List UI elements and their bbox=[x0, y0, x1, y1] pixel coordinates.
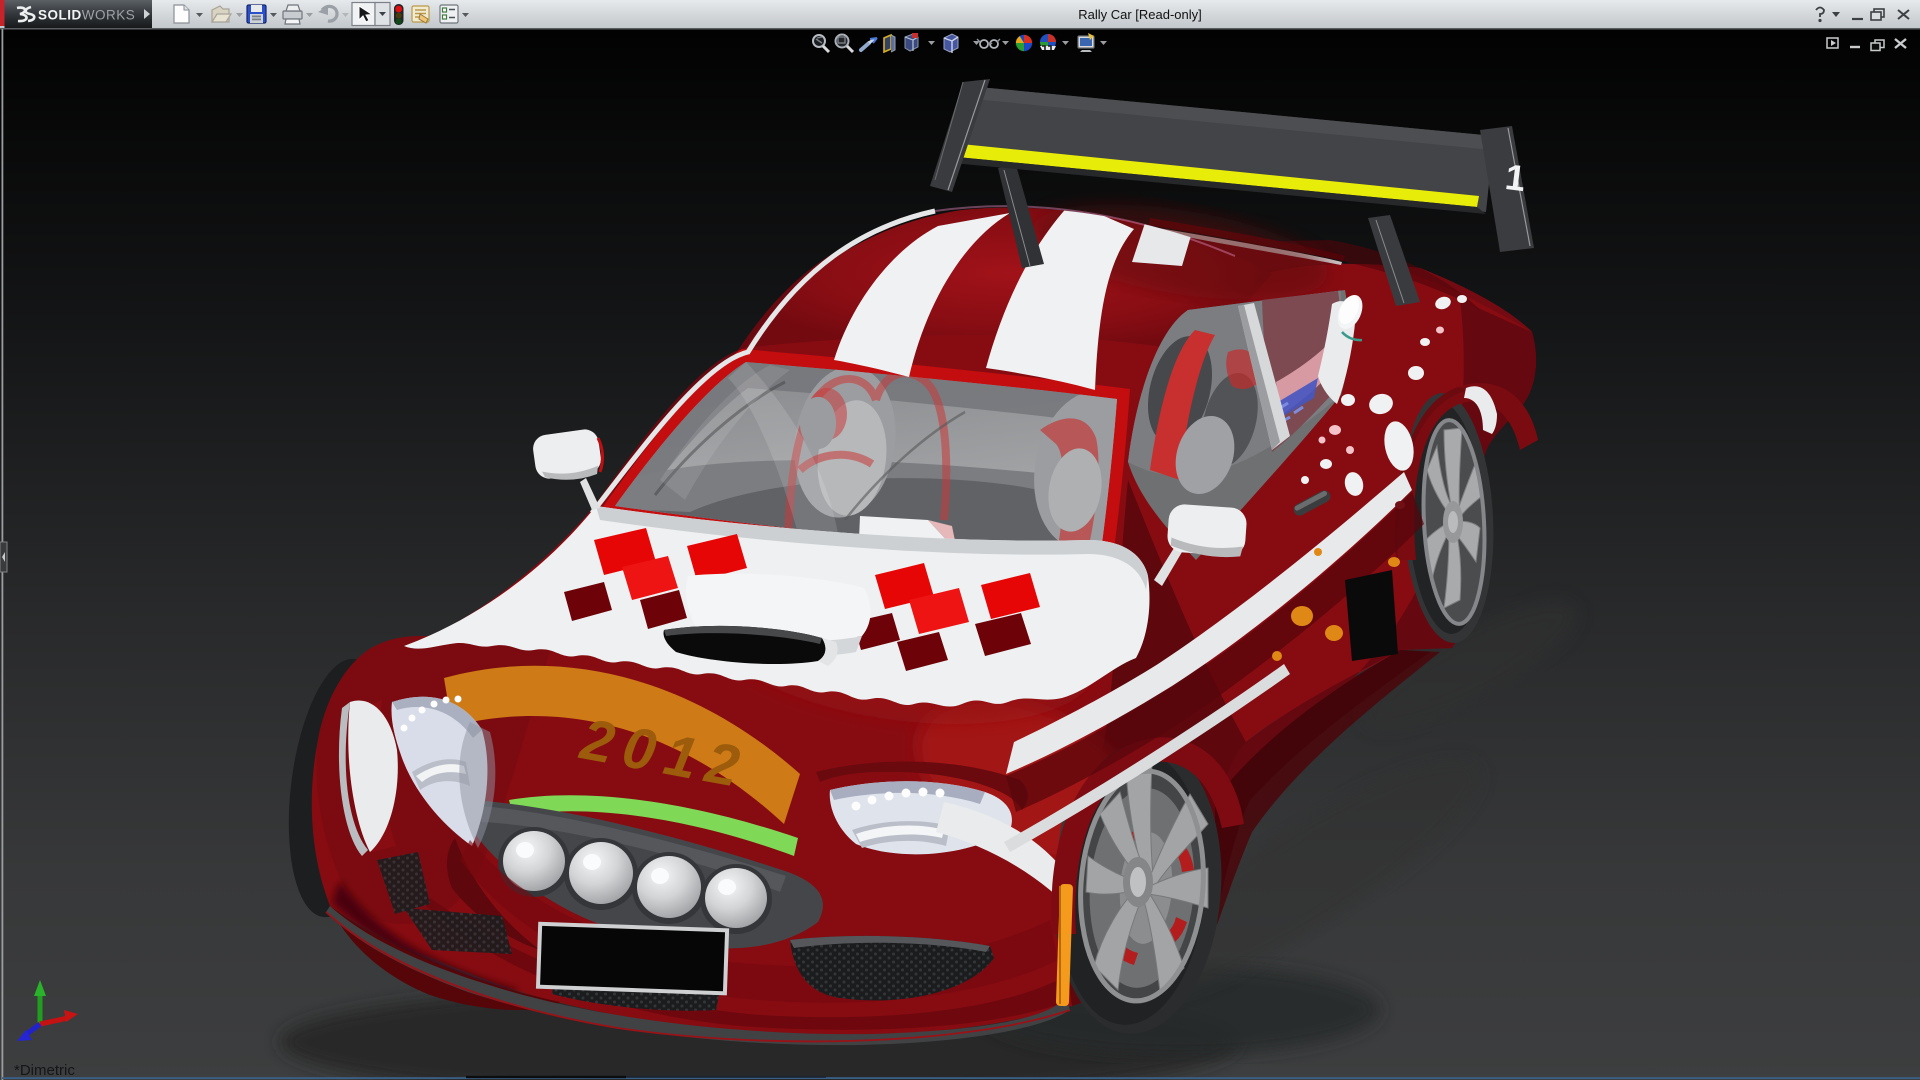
svg-text:Rally Car [Read-only]: Rally Car [Read-only] bbox=[1078, 7, 1202, 22]
svg-text:SOLIDWORKS: SOLIDWORKS bbox=[38, 8, 135, 23]
svg-text:*Dimetric: *Dimetric bbox=[14, 1062, 75, 1079]
